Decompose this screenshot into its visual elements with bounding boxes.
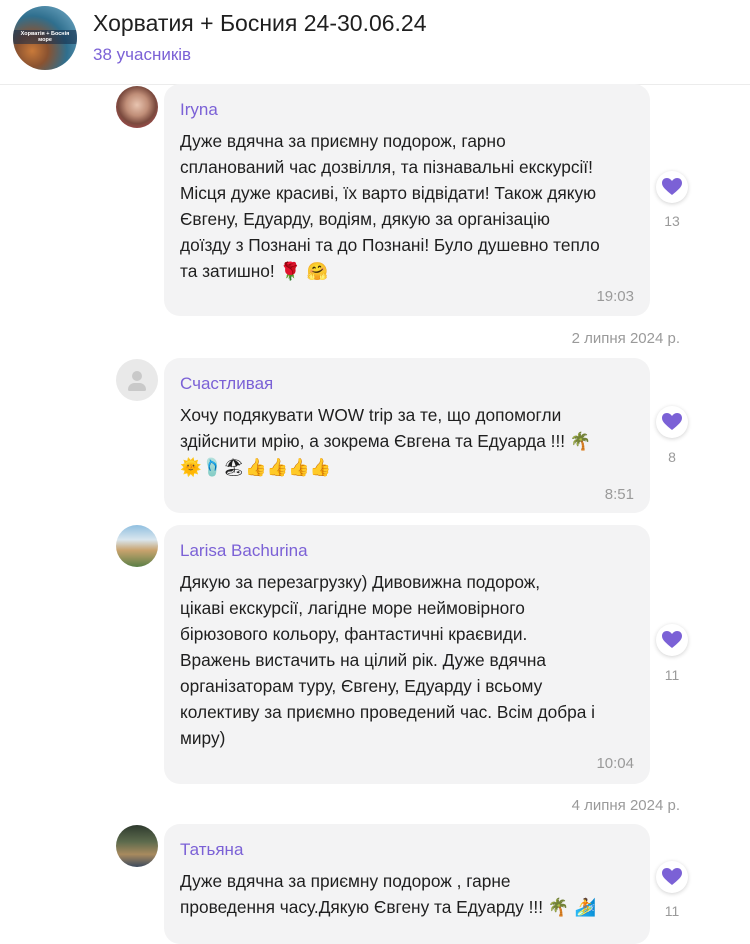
message-author[interactable]: Счастливая: [180, 374, 273, 394]
emoji-line: 🌞🩴🏖👍👍👍👍: [180, 458, 332, 478]
reaction-button[interactable]: [656, 171, 688, 203]
heart-icon: [662, 178, 682, 195]
message-author[interactable]: Татьяна: [180, 840, 243, 860]
message-line: спланований час дозвілля, та пізнавальні…: [180, 157, 593, 177]
message-author[interactable]: Iryna: [180, 100, 218, 120]
avatar[interactable]: [116, 525, 158, 567]
message-line: бірюзового кольору, фантастичні краєвиди…: [180, 624, 528, 644]
default-avatar-icon: [132, 371, 142, 381]
reaction-count: 8: [668, 449, 676, 465]
message-text: Дуже вдячна за приємну подорож, гарно сп…: [180, 128, 645, 285]
member-count-link[interactable]: 38 учасників: [93, 45, 191, 65]
message-text: Дякую за перезагрузку) Дивовижна подорож…: [180, 569, 645, 751]
default-avatar-body: [128, 383, 146, 391]
message-time: 10:04: [596, 755, 634, 772]
message-line: колективу за приємно проведений час. Всі…: [180, 702, 596, 722]
date-separator: 4 липня 2024 р.: [571, 797, 680, 814]
emoji-palm-surf: 🌴 🏄: [547, 898, 597, 918]
reaction-button[interactable]: [656, 861, 688, 893]
message-line: Дуже вдячна за приємну подорож , гарне: [180, 871, 511, 891]
message-bubble: Larisa Bachurina Дякую за перезагрузку) …: [164, 525, 650, 784]
date-separator: 2 липня 2024 р.: [571, 330, 680, 347]
message-bubble: Iryna Дуже вдячна за приємну подорож, га…: [164, 84, 650, 316]
heart-icon: [662, 413, 682, 430]
message-time: 19:03: [596, 288, 634, 305]
message-line: Євгену, Едуарду, водіям, дякую за органі…: [180, 209, 550, 229]
message-time: 8:51: [604, 486, 634, 503]
avatar[interactable]: [116, 86, 158, 128]
avatar-text: Хорватія + Боснія море: [20, 31, 70, 43]
emoji-palm: 🌴: [569, 432, 592, 452]
message-line: та затишно! 🌹 🤗: [180, 258, 645, 285]
reaction-count: 13: [664, 213, 680, 229]
reaction-count: 11: [664, 667, 680, 683]
group-title[interactable]: Хорватия + Босния 24-30.06.24: [93, 10, 427, 37]
message-line: Хочу подякувати WOW trip за те, що допом…: [180, 405, 562, 425]
heart-icon: [662, 631, 682, 648]
reaction-count: 11: [664, 903, 680, 919]
message-line: проведення часу.Дякую Євгену та Едуарду …: [180, 894, 645, 921]
message-line: доїзду з Познані та до Познані! Було душ…: [180, 235, 600, 255]
message-line: миру): [180, 728, 226, 748]
message-author[interactable]: Larisa Bachurina: [180, 541, 308, 561]
avatar[interactable]: [116, 825, 158, 867]
message-text: Дуже вдячна за приємну подорож , гарне п…: [180, 868, 645, 921]
message-line: організаторам туру, Євгену, Едуарду і вс…: [180, 676, 543, 696]
message-line: здійснити мрію, а зокрема Євгена та Едуа…: [180, 428, 645, 455]
group-avatar[interactable]: Хорватія + Боснія море: [13, 6, 77, 70]
message-line: Дякую за перезагрузку) Дивовижна подорож…: [180, 572, 541, 592]
message-line-text: здійснити мрію, а зокрема Євгена та Едуа…: [180, 431, 566, 451]
message-line: Дуже вдячна за приємну подорож, гарно: [180, 131, 506, 151]
chat-header: Хорватія + Боснія море Хорватия + Босния…: [0, 0, 750, 85]
emoji-rose-hug: 🌹 🤗: [279, 262, 329, 282]
message-line: Місця дуже красиві, їх варто відвідати! …: [180, 183, 597, 203]
message-bubble: Счастливая Хочу подякувати WOW trip за т…: [164, 358, 650, 513]
message-line-text: проведення часу.Дякую Євгену та Едуарду …: [180, 897, 543, 917]
message-bubble: Татьяна Дуже вдячна за приємну подорож ,…: [164, 824, 650, 944]
message-line-text: та затишно!: [180, 261, 275, 281]
avatar[interactable]: [116, 359, 158, 401]
message-line: цікаві екскурсії, лагідне море неймовірн…: [180, 598, 525, 618]
heart-icon: [662, 868, 682, 885]
reaction-button[interactable]: [656, 406, 688, 438]
message-line: Вражень вистачить на цілий рік. Дуже вдя…: [180, 650, 547, 670]
reaction-button[interactable]: [656, 624, 688, 656]
message-text: Хочу подякувати WOW trip за те, що допом…: [180, 402, 645, 481]
